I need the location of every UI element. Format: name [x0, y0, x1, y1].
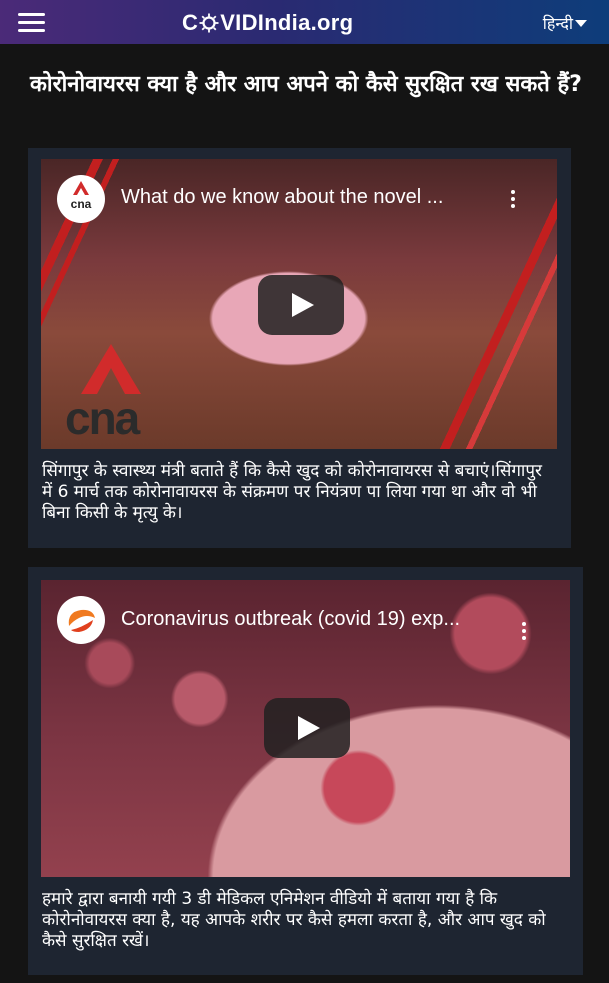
cna-watermark-logo [81, 344, 141, 394]
channel-avatar[interactable]: cna [57, 175, 105, 223]
play-button[interactable] [258, 275, 344, 335]
play-button[interactable] [264, 698, 350, 758]
site-logo[interactable]: C VIDIndia.org [182, 10, 353, 36]
video-player[interactable]: Coronavirus outbreak (covid 19) exp... [41, 580, 570, 877]
video-title[interactable]: What do we know about the novel ... [121, 186, 443, 209]
chevron-down-icon[interactable] [575, 20, 587, 27]
channel-watermark: cna [65, 392, 140, 444]
language-selector[interactable]: हिन्दी [543, 12, 573, 34]
virus-icon [199, 13, 219, 33]
brand-suffix: VIDIndia.org [220, 10, 354, 35]
cna-logo-icon [73, 181, 89, 195]
play-icon [292, 293, 314, 317]
menu-icon[interactable] [18, 13, 45, 33]
channel-name: cna [70, 197, 92, 211]
video-title[interactable]: Coronavirus outbreak (covid 19) exp... [121, 608, 460, 631]
brand-prefix: C [182, 10, 199, 35]
more-options-icon[interactable] [511, 190, 515, 210]
play-icon [298, 716, 320, 740]
page-title: कोरोनोवायरस क्या है और आप अपने को कैसे स… [30, 72, 582, 97]
video-description: सिंगापुर के स्वास्थ्य मंत्री बताते हैं क… [42, 461, 542, 523]
video-card: Coronavirus outbreak (covid 19) exp... ह… [28, 567, 583, 975]
video-player[interactable]: cna cna What do we know about the novel … [41, 159, 557, 449]
more-options-icon[interactable] [522, 622, 526, 642]
video-card: cna cna What do we know about the novel … [28, 148, 571, 548]
channel-avatar[interactable] [57, 596, 105, 644]
channel-logo-icon [68, 609, 95, 632]
top-navbar: C VIDIndia.org हिन्दी [0, 0, 609, 44]
video-description: हमारे द्वारा बनायी गयी 3 डी मेडिकल एनिमे… [42, 889, 546, 951]
